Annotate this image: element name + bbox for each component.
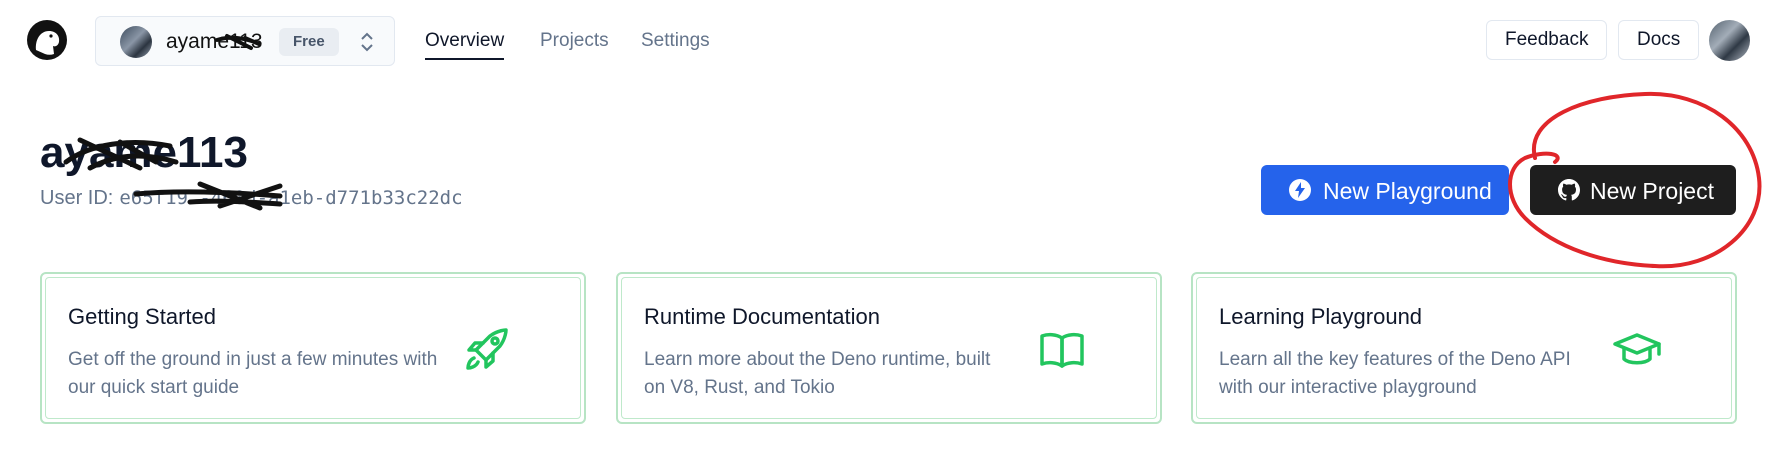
graduation-cap-icon (1613, 333, 1661, 365)
plan-badge: Free (279, 28, 339, 56)
new-project-button[interactable]: New Project (1530, 165, 1736, 215)
card-description: Get off the ground in just a few minutes… (68, 349, 438, 398)
docs-button[interactable]: Docs (1618, 20, 1700, 60)
new-playground-button[interactable]: New Playground (1261, 165, 1509, 215)
new-project-label: New Project (1590, 178, 1714, 204)
user-id-value: e65f19…-460d-a1eb-d771b33c22dc (119, 187, 463, 209)
card-description: Learn more about the Deno runtime, built… (644, 349, 991, 398)
rocket-icon (466, 328, 508, 370)
page-title: ayame113 (40, 128, 248, 177)
account-avatar (120, 26, 152, 58)
book-icon (1040, 332, 1084, 368)
user-id-label: User ID: (40, 187, 114, 209)
nav-projects[interactable]: Projects (540, 30, 609, 52)
account-switcher[interactable]: ayame113 Free (95, 16, 395, 66)
card-title: Getting Started (68, 304, 216, 329)
card-description: Learn all the key features of the Deno A… (1219, 349, 1571, 398)
card-getting-started[interactable]: Getting Started Get off the ground in ju… (40, 272, 586, 424)
card-learning-playground[interactable]: Learning Playground Learn all the key fe… (1191, 272, 1737, 424)
nav-settings[interactable]: Settings (641, 30, 710, 52)
new-playground-label: New Playground (1323, 178, 1492, 204)
user-id: User ID: e65f19…-460d-a1eb-d771b33c22dc (40, 187, 463, 210)
nav-overview[interactable]: Overview (425, 30, 505, 60)
feedback-button[interactable]: Feedback (1486, 20, 1608, 60)
card-title: Learning Playground (1219, 304, 1423, 329)
account-name: ayame113 (166, 30, 263, 53)
top-navigation: ayame113 Free Overview Projects Settings… (0, 0, 1773, 80)
card-title: Runtime Documentation (644, 304, 881, 329)
chevron-up-down-icon (361, 32, 373, 52)
github-icon (1558, 179, 1580, 201)
card-runtime-documentation[interactable]: Runtime Documentation Learn more about t… (616, 272, 1162, 424)
deno-logo-icon[interactable] (27, 20, 67, 60)
user-avatar[interactable] (1709, 20, 1750, 61)
lightning-icon (1289, 179, 1311, 201)
